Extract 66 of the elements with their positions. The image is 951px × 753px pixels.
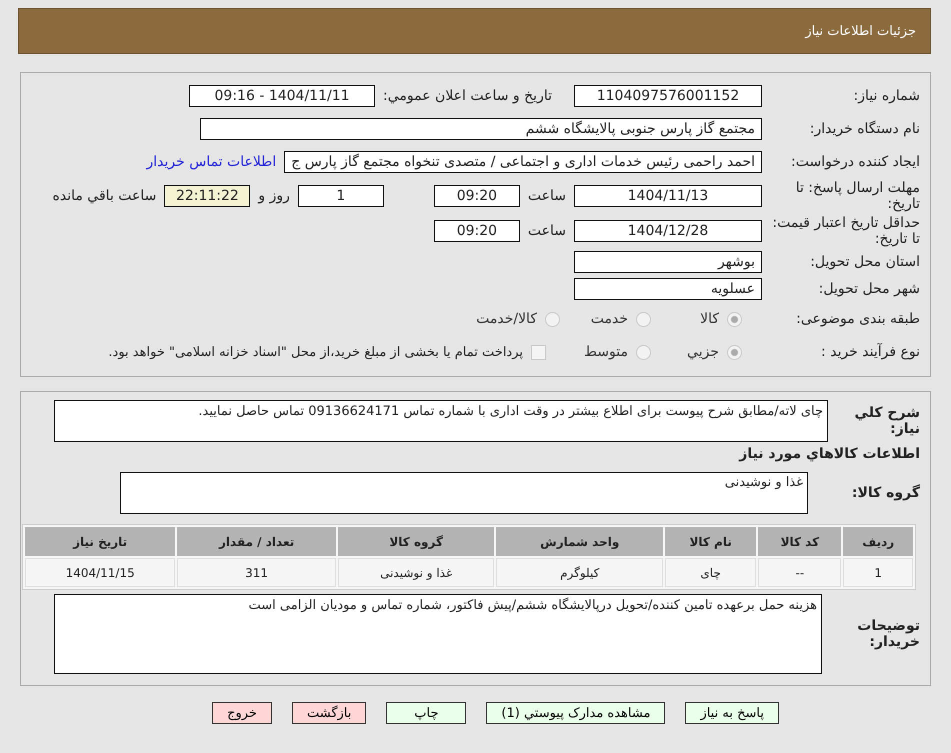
need-number-field: 1104097576001152 xyxy=(574,85,762,107)
goods-group-field: غذا و نوشیدنی xyxy=(120,472,808,514)
validity-time-field: 09:20 xyxy=(434,220,520,242)
field-label: نوع فرآیند خرید : xyxy=(820,344,920,360)
field-label: ایجاد کننده درخواست: xyxy=(790,154,920,170)
action-button[interactable]: بازگشت xyxy=(292,702,366,724)
field-label: طبقه بندی موضوعی: xyxy=(795,311,920,327)
action-button[interactable]: مشاهده مدارک پیوستي (1) xyxy=(486,702,666,724)
announce-date-field: 1404/11/11 - 09:16 xyxy=(189,85,376,107)
radio-label: کالا xyxy=(699,311,719,327)
action-button[interactable]: خروج xyxy=(212,702,272,724)
field-label: شرح کلي نیاز: xyxy=(854,405,920,437)
time-label: ساعت xyxy=(528,188,566,204)
page-title: جزئیات اطلاعات نیاز xyxy=(805,24,916,38)
column-header: گروه کالا xyxy=(338,527,494,556)
table-cell: کیلوگرم xyxy=(496,558,664,587)
radio-label: جزيي xyxy=(686,344,719,360)
buyer-contact-link[interactable]: اطلاعات تماس خریدار xyxy=(146,154,276,170)
action-button[interactable]: چاپ xyxy=(386,702,466,724)
table-cell: -- xyxy=(758,558,842,587)
deadline-date-field: 1404/11/13 xyxy=(574,185,762,207)
radio-button[interactable] xyxy=(727,312,742,326)
radio-button[interactable] xyxy=(727,344,742,360)
field-label: مهلت ارسال پاسخ: تا تاریخ: xyxy=(794,180,920,212)
field-label: استان محل تحویل: xyxy=(809,254,920,270)
radio-label: متوسط xyxy=(584,344,628,360)
checkbox-label: پرداخت تمام یا بخشی از مبلغ خرید،از محل "اسناد خزانه اسلامی" خواهد بود. xyxy=(108,344,524,360)
column-header: ردیف xyxy=(843,527,913,556)
radio-button[interactable] xyxy=(545,312,560,326)
field-label: شماره نیاز: xyxy=(852,88,920,104)
checkbox[interactable] xyxy=(531,344,546,360)
table-cell: 1 xyxy=(843,558,913,587)
table-cell: 1404/11/15 xyxy=(25,558,176,587)
validity-date-field: 1404/12/28 xyxy=(574,220,762,242)
deadline-time-field: 09:20 xyxy=(434,185,520,207)
field-label: تاریخ و ساعت اعلان عمومي: xyxy=(383,88,552,104)
radio-button[interactable] xyxy=(636,312,651,326)
section-heading: اطلاعات کالاهاي مورد نیاز xyxy=(738,446,920,462)
time-label: ساعت xyxy=(528,223,566,239)
radio-label: کالا/خدمت xyxy=(476,311,537,327)
column-header: تعداد / مقدار xyxy=(177,527,336,556)
field-label: حداقل تاریخ اعتبار قیمت: تا تاریخ: xyxy=(771,215,920,247)
radio-button[interactable] xyxy=(636,344,651,360)
field-label: توضیحات خریدار: xyxy=(856,618,920,650)
column-header: واحد شمارش xyxy=(496,527,664,556)
buyer-notes-field: هزینه حمل برعهده تامین کننده/تحویل درپالایشگاه ششم/پیش فاکتور، شماره تماس و مودیان الزامی است xyxy=(54,594,822,674)
province-field: بوشهر xyxy=(574,251,762,273)
days-field: 1 xyxy=(298,185,384,207)
field-label: شهر محل تحویل: xyxy=(818,281,920,297)
city-field: عسلویه xyxy=(574,278,762,300)
column-header: نام کالا xyxy=(665,527,756,556)
remaining-time-field: 22:11:22 xyxy=(164,185,250,207)
table-cell: چای xyxy=(665,558,756,587)
description-field: چای لاته/مطابق شرح پیوست برای اطلاع بیشتر در وقت اداری با شماره تماس 09136624171 تماس حاصل نمایید. xyxy=(54,400,828,442)
column-header: کد کالا xyxy=(758,527,842,556)
days-label: روز و xyxy=(258,188,290,204)
table-cell: غذا و نوشیدنی xyxy=(338,558,494,587)
field-label: گروه کالا: xyxy=(850,485,920,501)
remaining-label: ساعت باقي مانده xyxy=(52,188,156,204)
table-cell: 311 xyxy=(177,558,336,587)
field-label: نام دستگاه خریدار: xyxy=(808,121,920,137)
requester-field: احمد راحمی رئیس خدمات اداری و اجتماعی / متصدی تنخواه مجتمع گاز پارس ج xyxy=(284,151,762,173)
action-button[interactable]: پاسخ به نیاز xyxy=(685,702,779,724)
buyer-field: مجتمع گاز پارس جنوبی پالایشگاه ششم xyxy=(200,118,762,140)
column-header: تاریخ نیاز xyxy=(25,527,176,556)
radio-label: خدمت xyxy=(590,311,628,327)
